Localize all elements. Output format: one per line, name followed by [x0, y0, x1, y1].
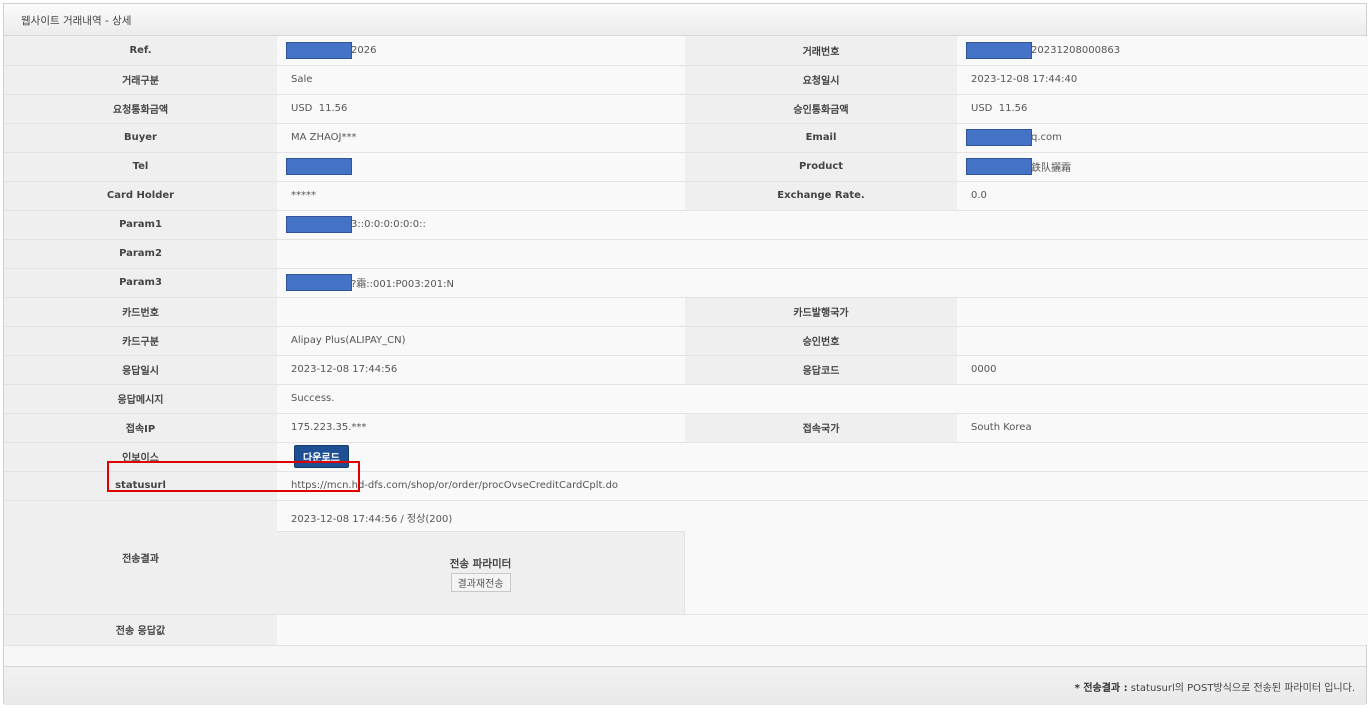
response-code-label: 응답코드 — [685, 355, 957, 385]
trade-no-value: 20231208000863 — [957, 36, 1368, 66]
param1-label: Param1 — [4, 210, 277, 240]
request-datetime-label: 요청일시 — [685, 65, 957, 95]
table-row: 요청통화금액 USD 11.56 승인통화금액 USD 11.56 — [4, 94, 1368, 124]
ref-label: Ref. — [4, 36, 277, 66]
access-ip-label: 접속IP — [4, 413, 277, 443]
table-row: Param3 ?霜::001:P003:201:N — [4, 268, 1368, 298]
ref-value: 2026 — [277, 36, 685, 66]
table-row: Param1 3::0:0:0:0:0:0:: — [4, 210, 1368, 240]
access-ip-value: 175.223.35.*** — [277, 413, 685, 443]
response-message-label: 응답메시지 — [4, 384, 277, 414]
approval-no-value — [957, 326, 1368, 356]
table-row: 전송 응답값 — [4, 614, 1368, 646]
table-row: 응답일시 2023-12-08 17:44:56 응답코드 0000 — [4, 355, 1368, 385]
request-datetime-value: 2023-12-08 17:44:40 — [957, 65, 1368, 95]
statusurl-value: https://mcn.hd-dfs.com/shop/or/order/pro… — [277, 471, 1368, 501]
buyer-value: MA ZHAOJ*** — [277, 123, 685, 153]
request-amount-value: USD 11.56 — [277, 94, 685, 124]
send-params-title: 전송 파라미터 — [449, 557, 512, 570]
product-value: 鉄队攦霜 — [957, 152, 1368, 182]
email-value: q.com — [957, 123, 1368, 153]
param2-label: Param2 — [4, 239, 277, 269]
download-invoice-button[interactable]: 다운로드 — [294, 445, 349, 468]
exchange-rate-value: 0.0 — [957, 181, 1368, 211]
send-result-label: 전송결과 — [4, 500, 277, 615]
card-type-label: 카드구분 — [4, 326, 277, 356]
request-amount-label: 요청통화금액 — [4, 94, 277, 124]
product-label: Product — [685, 152, 957, 182]
buyer-label: Buyer — [4, 123, 277, 153]
invoice-label: 인보이스 — [4, 442, 277, 472]
response-message-value: Success. — [277, 384, 1368, 414]
footer-note-text: statusurl의 POST방식으로 전송된 파라미터 입니다. — [1127, 683, 1355, 694]
card-holder-value: ***** — [277, 181, 685, 211]
detail-table: Ref. 2026 거래번호 20231208000863 거래구분 Sale … — [4, 36, 1368, 646]
card-country-label: 카드발행국가 — [685, 297, 957, 327]
trade-type-value: Sale — [277, 65, 685, 95]
table-row: Buyer MA ZHAOJ*** Email q.com — [4, 123, 1368, 153]
redaction-mask — [286, 216, 352, 233]
table-row: 카드번호 카드발행국가 — [4, 297, 1368, 327]
send-result-block: 2023-12-08 17:44:56 / 정상(200) 전송 파라미터 결과… — [277, 501, 1368, 614]
access-country-label: 접속국가 — [685, 413, 957, 443]
redaction-mask — [966, 158, 1032, 175]
tel-label: Tel — [4, 152, 277, 182]
card-no-label: 카드번호 — [4, 297, 277, 327]
send-response-value — [277, 614, 1368, 646]
email-label: Email — [685, 123, 957, 153]
card-type-value: Alipay Plus(ALIPAY_CN) — [277, 326, 685, 356]
param3-label: Param3 — [4, 268, 277, 298]
approval-amount-value: USD 11.56 — [957, 94, 1368, 124]
table-row: 카드구분 Alipay Plus(ALIPAY_CN) 승인번호 — [4, 326, 1368, 356]
table-row: 응답메시지 Success. — [4, 384, 1368, 414]
exchange-rate-label: Exchange Rate. — [685, 181, 957, 211]
card-country-value — [957, 297, 1368, 327]
statusurl-label: statusurl — [4, 471, 277, 501]
response-code-value: 0000 — [957, 355, 1368, 385]
trade-type-label: 거래구분 — [4, 65, 277, 95]
table-row: Ref. 2026 거래번호 20231208000863 — [4, 36, 1368, 66]
table-row: Tel Product 鉄队攦霜 — [4, 152, 1368, 182]
card-holder-label: Card Holder — [4, 181, 277, 211]
panel-footer: * 전송결과 : statusurl의 POST방식으로 전송된 파라미터 입니… — [4, 666, 1366, 705]
redaction-mask — [286, 274, 352, 291]
send-params-box: 전송 파라미터 결과재전송 — [277, 530, 685, 614]
response-datetime-label: 응답일시 — [4, 355, 277, 385]
footer-note-bold: * 전송결과 : — [1074, 683, 1128, 694]
redaction-mask — [286, 41, 352, 59]
param2-value — [277, 239, 1368, 269]
send-result-status: 2023-12-08 17:44:56 / 정상(200) — [291, 513, 453, 525]
redaction-mask — [286, 158, 352, 175]
resend-result-button[interactable]: 결과재전송 — [450, 572, 511, 592]
approval-no-label: 승인번호 — [685, 326, 957, 356]
response-datetime-value: 2023-12-08 17:44:56 — [277, 355, 685, 385]
table-row: 거래구분 Sale 요청일시 2023-12-08 17:44:40 — [4, 65, 1368, 95]
table-row: Param2 — [4, 239, 1368, 269]
table-row: statusurl https://mcn.hd-dfs.com/shop/or… — [4, 471, 1368, 501]
transaction-detail-panel: 웹사이트 거래내역 - 상세 Ref. 2026 거래번호 2023120800… — [3, 3, 1368, 705]
table-row: 접속IP 175.223.35.*** 접속국가 South Korea — [4, 413, 1368, 443]
table-row: Card Holder ***** Exchange Rate. 0.0 — [4, 181, 1368, 211]
send-result-value: 2023-12-08 17:44:56 / 정상(200) 전송 파라미터 결과… — [277, 500, 1368, 615]
table-row: 인보이스 다운로드 — [4, 442, 1368, 472]
invoice-value: 다운로드 — [277, 442, 1368, 472]
page-title: 웹사이트 거래내역 - 상세 — [21, 15, 132, 27]
redaction-mask — [966, 129, 1032, 146]
tel-value — [277, 152, 685, 182]
panel-header: 웹사이트 거래내역 - 상세 — [4, 4, 1366, 36]
approval-amount-label: 승인통화금액 — [685, 94, 957, 124]
access-country-value: South Korea — [957, 413, 1368, 443]
trade-no-label: 거래번호 — [685, 36, 957, 66]
card-no-value — [277, 297, 685, 327]
param1-value: 3::0:0:0:0:0:0:: — [277, 210, 1368, 240]
param3-value: ?霜::001:P003:201:N — [277, 268, 1368, 298]
redaction-mask — [966, 41, 1032, 59]
table-row: 전송결과 2023-12-08 17:44:56 / 정상(200) 전송 파라… — [4, 500, 1368, 615]
send-response-label: 전송 응답값 — [4, 614, 277, 646]
footer-note: * 전송결과 : statusurl의 POST방식으로 전송된 파라미터 입니… — [1075, 679, 1355, 694]
